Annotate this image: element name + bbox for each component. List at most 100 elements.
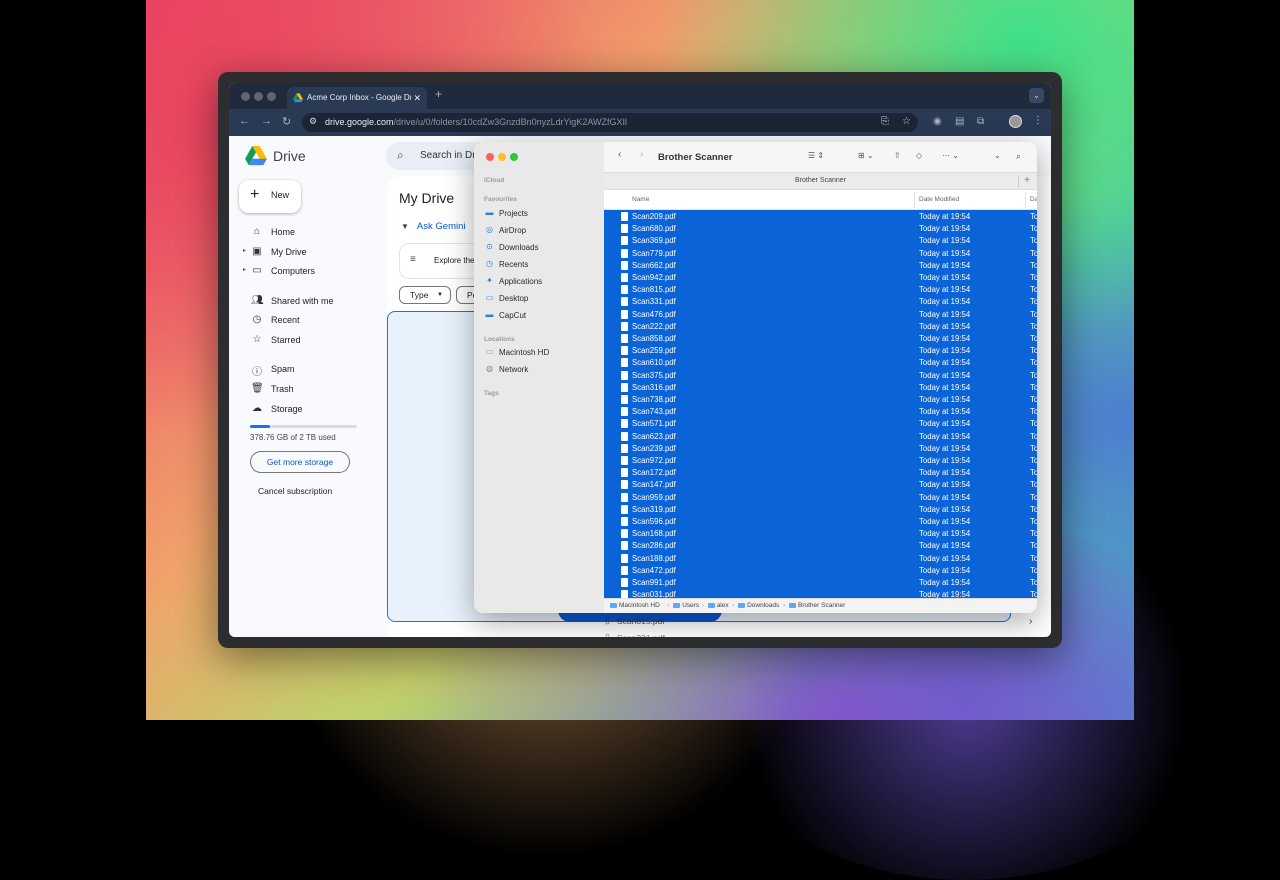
file-list[interactable]: Scan209.pdf Today at 19:54 To Scan680.pdf To… [604, 210, 1037, 598]
column-date-header[interactable]: Date Modified [919, 196, 959, 203]
finder-item-downloads[interactable]: ⊙ Downloads [484, 241, 594, 255]
finder-item-network[interactable]: ◍ Network [484, 363, 594, 377]
camera-extension-icon[interactable]: ◉ [933, 116, 942, 127]
share-icon[interactable]: ⇧ [894, 151, 901, 160]
finder-tab-title[interactable]: Brother Scanner [604, 177, 1037, 184]
sidebar-item-spam[interactable]: ⓘ Spam [243, 362, 363, 378]
new-tab-button[interactable]: + [1018, 175, 1035, 187]
sidebar-item-home[interactable]: ⌂ Home [243, 225, 363, 241]
search-icon[interactable]: ⌕ [1016, 151, 1021, 162]
file-row[interactable]: Scan476.pdf Today at 19:54 To [604, 309, 1037, 321]
file-row[interactable]: Scan571.pdf Today at 19:54 To [604, 418, 1037, 430]
sidebar-item-recent[interactable]: ◷ Recent [243, 313, 363, 329]
back-icon[interactable]: ‹ [618, 149, 621, 160]
install-app-icon[interactable]: ⎘ [881, 116, 889, 127]
list-view-icon[interactable]: ☰ ⇕ [808, 151, 824, 160]
column-divider[interactable] [1025, 192, 1026, 208]
explore-suggestion-card[interactable]: ≡ Explore the [399, 243, 481, 279]
file-row[interactable]: Scan375.pdf Today at 19:54 To [604, 370, 1037, 382]
file-row[interactable]: Scan972.pdf Today at 19:54 To [604, 455, 1037, 467]
chevron-down-icon[interactable]: ⌄ [994, 151, 1001, 160]
expand-caret-icon[interactable]: ▸ [243, 247, 246, 254]
file-row[interactable]: Scan239.pdf Today at 19:54 To [604, 443, 1037, 455]
column-name-header[interactable]: Name [632, 196, 649, 203]
expand-caret-icon[interactable]: ▸ [243, 266, 246, 273]
file-row[interactable]: Scan610.pdf Today at 19:54 To [604, 357, 1037, 369]
column-divider[interactable] [914, 192, 915, 208]
finder-item-capcut[interactable]: ▬ CapCut [484, 309, 594, 323]
sidebar-item-computers[interactable]: ▸ ▭ Computers [243, 264, 363, 280]
tab-close-icon[interactable]: ✕ [413, 87, 421, 109]
finder-item-projects[interactable]: ▬ Projects [484, 207, 594, 221]
path-segment[interactable]: Macintosh HD [610, 602, 660, 609]
file-row[interactable]: Scan738.pdf Today at 19:54 To [604, 394, 1037, 406]
path-segment[interactable]: alex [707, 602, 729, 609]
finder-item-airdrop[interactable]: ◎ AirDrop [484, 224, 594, 238]
file-row[interactable]: Scan623.pdf Today at 19:54 To [604, 431, 1037, 443]
bookmark-star-icon[interactable]: ☆ [902, 116, 911, 127]
forward-icon[interactable]: → [261, 115, 272, 127]
file-row[interactable]: Scan680.pdf Today at 19:54 To [604, 223, 1037, 235]
file-row[interactable]: Scan319.pdf Today at 19:54 To [604, 504, 1037, 516]
file-row[interactable]: Scan222.pdf Today at 19:54 To [604, 321, 1037, 333]
file-row[interactable]: Scan959.pdf Today at 19:54 To [604, 492, 1037, 504]
file-row[interactable]: Scan858.pdf Today at 19:54 To [604, 333, 1037, 345]
profile-avatar[interactable] [1009, 115, 1022, 128]
finder-item-recents[interactable]: ◷ Recents [484, 258, 594, 272]
file-row[interactable]: Scan031.pdf Today at 19:54 To [604, 589, 1037, 598]
address-bar[interactable]: ⚙ drive.google.com/drive/u/0/folders/10c… [302, 113, 918, 132]
file-row[interactable]: Scan942.pdf Today at 19:54 To [604, 272, 1037, 284]
close-window-icon[interactable] [486, 153, 494, 161]
file-row[interactable]: Scan662.pdf Today at 19:54 To [604, 260, 1037, 272]
extensions-puzzle-icon[interactable]: ⧉ [977, 116, 984, 127]
new-button[interactable]: + New [239, 180, 301, 213]
tag-icon[interactable]: ◇ [916, 151, 922, 160]
sidebar-item-shared[interactable]: 👥︎ Shared with me [243, 294, 363, 310]
forward-icon[interactable]: › [640, 149, 643, 160]
file-row[interactable]: Scan331.pdf Today at 19:54 To [604, 296, 1037, 308]
sidebar-item-trash[interactable]: 🗑︎ Trash [243, 382, 363, 398]
get-more-storage-button[interactable]: Get more storage [250, 451, 350, 473]
file-row[interactable]: Scan168.pdf Today at 19:54 To [604, 528, 1037, 540]
sidebar-item-storage[interactable]: ☁ Storage [243, 402, 363, 418]
tab-search-icon[interactable]: ⌄ [1029, 88, 1044, 103]
file-row[interactable]: Scan596.pdf Today at 19:54 To [604, 516, 1037, 528]
file-row[interactable]: Scan172.pdf Today at 19:54 To [604, 467, 1037, 479]
finder-item-desktop[interactable]: ▭ Desktop [484, 292, 594, 306]
path-segment[interactable]: Users [673, 602, 699, 609]
browser-menu-icon[interactable]: ⋮ [1033, 115, 1043, 126]
path-segment[interactable]: Downloads [738, 602, 779, 609]
path-segment[interactable]: Brother Scanner [789, 602, 845, 609]
finder-item-applications[interactable]: ✦ Applications [484, 275, 594, 289]
file-row[interactable]: Scan743.pdf Today at 19:54 To [604, 406, 1037, 418]
column-kind-header[interactable]: Da [1030, 196, 1037, 203]
ask-gemini-toggle[interactable]: ▼ Ask Gemini [401, 221, 466, 232]
tab-drive[interactable]: Acme Corp Inbox - Google Dr ✕ [287, 87, 427, 109]
back-icon[interactable]: ← [239, 115, 250, 127]
file-row[interactable]: Scan779.pdf Today at 19:54 To [604, 248, 1037, 260]
minimize-window-icon[interactable] [498, 153, 506, 161]
finder-item-macintosh-hd[interactable]: ▭ Macintosh HD [484, 346, 594, 360]
sidebar-item-starred[interactable]: ☆ Starred [243, 333, 363, 349]
cancel-subscription-link[interactable]: Cancel subscription [258, 486, 332, 496]
translate-extension-icon[interactable]: ▤ [955, 116, 964, 127]
site-info-icon[interactable]: ⚙ [309, 116, 317, 127]
file-row[interactable]: Scan286.pdf Today at 19:54 To [604, 540, 1037, 552]
file-row[interactable]: Scan991.pdf Today at 19:54 To [604, 577, 1037, 589]
file-row[interactable]: Scan472.pdf Today at 19:54 To [604, 565, 1037, 577]
grid-view-icon[interactable]: ⊞ ⌄ [858, 151, 874, 160]
file-row[interactable]: Scan147.pdf Today at 19:54 To [604, 479, 1037, 491]
file-row[interactable]: Scan209.pdf Today at 19:54 To [604, 211, 1037, 223]
filter-type-chip[interactable]: Type ▼ [399, 286, 451, 304]
more-actions-icon[interactable]: ⋯ ⌄ [942, 151, 959, 160]
file-row[interactable]: Scan369.pdf Today at 19:54 To [604, 235, 1037, 247]
zoom-window-icon[interactable] [510, 153, 518, 161]
file-row[interactable]: Scan815.pdf Today at 19:54 To [604, 284, 1037, 296]
file-row[interactable]: Scan316.pdf Today at 19:54 To [604, 382, 1037, 394]
sidebar-item-my-drive[interactable]: ▸ ▣ My Drive [243, 245, 363, 261]
new-tab-button[interactable]: + [435, 87, 442, 101]
chevron-right-icon[interactable]: › [1029, 616, 1032, 627]
file-row[interactable]: Scan188.pdf Today at 19:54 To [604, 553, 1037, 565]
file-row[interactable]: Scan259.pdf Today at 19:54 To [604, 345, 1037, 357]
reload-icon[interactable]: ↻ [282, 115, 291, 128]
